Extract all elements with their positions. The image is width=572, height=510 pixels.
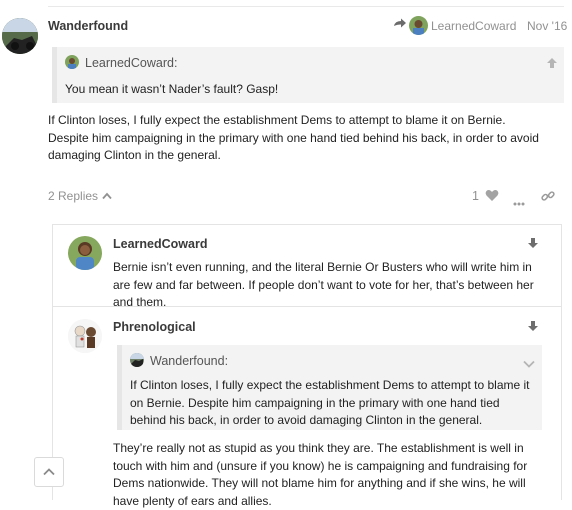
quote-block: Wanderfound: If Clinton loses, I fully e…	[117, 345, 542, 430]
replies-right-border	[561, 224, 562, 500]
top-divider	[48, 6, 564, 7]
reply-to-avatar[interactable]	[409, 16, 428, 35]
replies-label: 2 Replies	[48, 189, 99, 203]
like-count[interactable]: 1	[472, 189, 479, 203]
reply-username[interactable]: LearnedCoward	[113, 237, 207, 251]
replies-toggle[interactable]: 2 Replies	[48, 189, 112, 203]
reply-avatar[interactable]	[68, 236, 102, 270]
reply-body: Bernie isn’t even running, and the liter…	[113, 260, 534, 309]
post-username[interactable]: Wanderfound	[48, 19, 128, 33]
chevron-up-icon	[102, 192, 112, 200]
quote-avatar	[130, 353, 144, 367]
quote-text: You mean it wasn’t Nader’s fault? Gasp!	[65, 82, 279, 96]
arrow-down-icon[interactable]	[527, 319, 539, 331]
reply-arrow-icon	[393, 18, 407, 32]
reply-divider	[52, 306, 562, 307]
avatar[interactable]	[2, 18, 38, 54]
ellipsis-icon[interactable]	[513, 193, 525, 206]
heart-icon[interactable]	[485, 189, 499, 202]
arrow-down-icon[interactable]	[527, 236, 539, 248]
quote-username: Wanderfound:	[150, 354, 229, 368]
post-body: If Clinton loses, I fully expect the est…	[48, 113, 539, 162]
quote-text: If Clinton loses, I fully expect the est…	[130, 378, 530, 427]
avatar-image	[2, 18, 38, 54]
chevron-down-icon[interactable]	[523, 355, 535, 368]
link-icon[interactable]	[541, 189, 555, 203]
back-to-top-button[interactable]	[34, 457, 64, 487]
post-date[interactable]: Nov '16	[527, 19, 567, 33]
quote-block: LearnedCoward: You mean it wasn’t Nader’…	[52, 47, 564, 103]
reply-username[interactable]: Phrenological	[113, 320, 196, 334]
replies-top-border	[52, 224, 562, 225]
quote-username: LearnedCoward:	[85, 56, 178, 70]
arrow-up-icon[interactable]	[546, 56, 558, 68]
reply-avatar[interactable]	[68, 319, 102, 353]
quote-avatar	[65, 55, 79, 69]
reply-to-username[interactable]: LearnedCoward	[431, 19, 516, 33]
chevron-up-icon	[43, 468, 55, 476]
